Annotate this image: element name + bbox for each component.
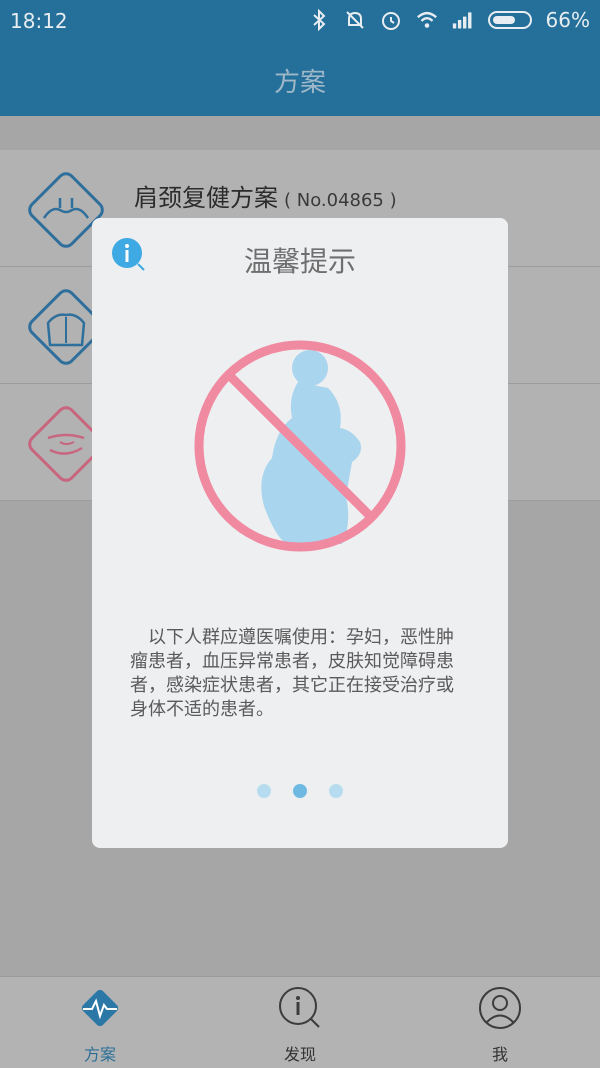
tab-discover[interactable]: 发现 — [240, 985, 360, 1065]
no-pregnant-woman-icon — [194, 340, 406, 552]
page-title: 方案 — [273, 68, 326, 98]
status-bar: 18:12 66% — [0, 0, 600, 40]
alarm-icon — [380, 9, 402, 31]
tab-label: 我 — [491, 1045, 508, 1064]
tab-label: 发现 — [283, 1045, 316, 1064]
tab-label: 方案 — [83, 1045, 116, 1064]
battery-percent: 66% — [545, 8, 590, 32]
tab-plans[interactable]: 方案 — [40, 985, 160, 1065]
status-icons: 66% — [308, 8, 590, 32]
page-indicator — [92, 784, 508, 798]
battery-icon — [487, 11, 532, 29]
page-dot-active[interactable] — [293, 784, 307, 798]
plan-name: 肩颈复健方案 ( No.04865 ) — [134, 178, 397, 213]
signal-icon — [452, 9, 474, 31]
battery-fill — [492, 16, 515, 24]
bluetooth-icon — [308, 9, 330, 31]
dialog-message: 以下人群应遵医嘱使用：孕妇，恶性肿瘤患者，血压异常患者，皮肤知觉障碍患者，感染症… — [130, 627, 454, 720]
bottom-nav: 方案 发现 我 — [0, 976, 600, 1068]
heartbeat-icon — [81, 989, 119, 1027]
page-dot[interactable] — [329, 784, 343, 798]
plan-code: ( No.04865 ) — [284, 190, 397, 211]
status-time: 18:12 — [10, 9, 68, 33]
wifi-icon — [416, 9, 438, 31]
discover-icon — [279, 987, 320, 1028]
tab-me[interactable]: 我 — [440, 985, 560, 1065]
mute-bell-icon — [344, 9, 366, 31]
dialog-title: 温馨提示 — [243, 245, 356, 278]
warning-dialog: 温馨提示 以下人群应遵医嘱使用：孕妇，恶性肿瘤患者，血压异常患者，皮肤知觉障碍患… — [92, 218, 508, 848]
app-header: 方案 — [0, 40, 600, 116]
page-dot[interactable] — [257, 784, 271, 798]
user-icon — [479, 987, 521, 1029]
plan-title: 肩颈复健方案 — [134, 184, 278, 212]
